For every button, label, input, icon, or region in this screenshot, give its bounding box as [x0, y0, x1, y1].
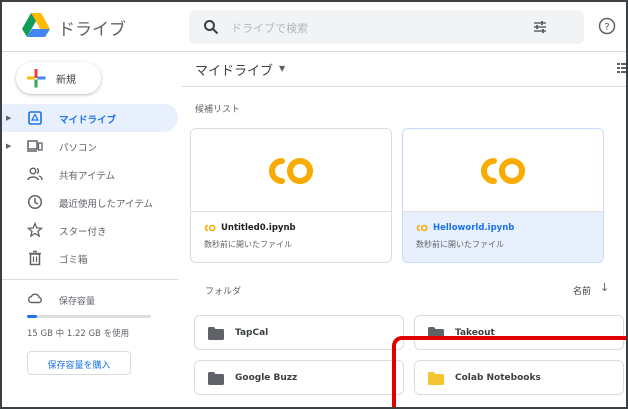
file-name: Untitled0.ipynb [221, 223, 296, 233]
file-thumbnail [191, 129, 391, 212]
sidebar-item-label: スター付き [59, 227, 107, 238]
trash-icon [29, 250, 41, 266]
file-info: Helloworld.ipynb 数秒前に開いたファイル [403, 212, 603, 262]
plus-icon [27, 69, 46, 88]
star-icon [27, 222, 43, 238]
my-drive-icon [28, 111, 42, 125]
file-name: Helloworld.ipynb [433, 223, 515, 233]
file-subtitle: 数秒前に開いたファイル [204, 240, 292, 249]
sidebar-item-label: 共有アイテム [59, 171, 116, 182]
file-subtitle: 数秒前に開いたファイル [416, 240, 504, 249]
search-icon[interactable] [203, 19, 219, 35]
folder-icon [428, 327, 444, 340]
header-divider [182, 86, 626, 87]
expand-arrow-icon[interactable]: ▶ [6, 114, 11, 122]
folder-name: Colab Notebooks [455, 373, 541, 383]
new-button-label: 新規 [56, 75, 76, 86]
folder-name: Google Buzz [235, 373, 298, 383]
expand-arrow-icon[interactable]: ▶ [6, 142, 11, 150]
folder-icon [208, 372, 224, 385]
sidebar-item-computers[interactable]: ▶ パソコン [2, 132, 178, 160]
list-view-icon[interactable] [617, 62, 628, 74]
sidebar-item-starred[interactable]: スター付き [2, 216, 178, 244]
app-title[interactable]: ドライブ [58, 15, 126, 40]
sidebar-item-shared[interactable]: 共有アイテム [2, 160, 178, 188]
folder-takeout[interactable]: Takeout [414, 315, 624, 350]
storage-usage-text: 15 GB 中 1.22 GB を使用 [27, 329, 130, 339]
folder-google-buzz[interactable]: Google Buzz [194, 360, 404, 395]
buy-storage-label: 保存容量を購入 [47, 361, 111, 371]
computer-icon [27, 140, 43, 152]
colab-logo-icon [481, 158, 525, 184]
sidebar-item-label: 最近使用したアイテム [59, 199, 154, 210]
folder-icon [208, 327, 224, 340]
sort-direction-icon[interactable]: ↓ [600, 281, 609, 294]
help-icon[interactable]: ? [598, 17, 616, 35]
folders-section-label: フォルダ [205, 287, 242, 297]
file-card-untitled0[interactable]: Untitled0.ipynb 数秒前に開いたファイル [190, 128, 392, 263]
sidebar-item-label: パソコン [59, 143, 98, 154]
storage-progress-bar [27, 315, 151, 318]
chevron-down-icon[interactable]: ▼ [279, 64, 285, 73]
colab-file-icon [416, 224, 428, 232]
colab-file-icon [204, 224, 216, 232]
buy-storage-button[interactable]: 保存容量を購入 [27, 351, 131, 375]
svg-text:?: ? [604, 22, 609, 33]
sidebar-item-my-drive[interactable]: ▶ マイドライブ [2, 104, 178, 132]
search-options-icon[interactable] [532, 19, 548, 35]
page-title[interactable]: マイドライブ [195, 60, 273, 79]
sidebar-item-label: ゴミ箱 [59, 255, 88, 266]
folder-icon [428, 372, 444, 385]
cloud-icon [27, 293, 42, 304]
folder-tapcal[interactable]: TapCal [194, 315, 404, 350]
google-drive-logo-icon[interactable] [22, 13, 50, 37]
storage-label[interactable]: 保存容量 [59, 294, 95, 307]
folder-colab-notebooks[interactable]: Colab Notebooks [414, 360, 624, 395]
sidebar-divider [2, 279, 178, 280]
search-input[interactable]: ドライブで検索 [231, 20, 308, 36]
file-card-helloworld[interactable]: Helloworld.ipynb 数秒前に開いたファイル [402, 128, 604, 263]
file-info: Untitled0.ipynb 数秒前に開いたファイル [191, 212, 391, 262]
shared-icon [27, 167, 43, 181]
drive-window: ドライブ ドライブで検索 ? 新規 ▶ マイドライブ ▶ パソコン 共有アイテム… [0, 0, 628, 409]
header: ドライブ ドライブで検索 ? [2, 2, 626, 52]
storage-progress-fill [27, 315, 38, 318]
new-button[interactable]: 新規 [16, 62, 101, 94]
folder-name: Takeout [455, 328, 495, 338]
file-thumbnail [403, 129, 603, 212]
sidebar-item-recent[interactable]: 最近使用したアイテム [2, 188, 178, 216]
search-bar[interactable]: ドライブで検索 [189, 10, 584, 44]
sort-by-name-button[interactable]: 名前 [573, 284, 591, 297]
sidebar-item-trash[interactable]: ゴミ箱 [2, 244, 178, 272]
recent-icon [27, 194, 43, 210]
suggested-section-label: 候補リスト [195, 105, 241, 115]
sidebar-item-label: マイドライブ [59, 115, 117, 126]
folder-name: TapCal [235, 328, 269, 338]
colab-logo-icon [269, 158, 313, 184]
